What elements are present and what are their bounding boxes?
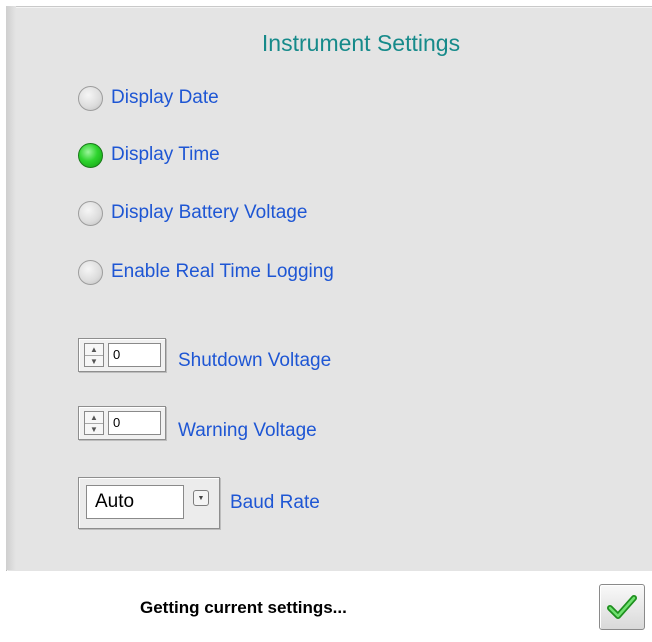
checkmark-icon — [607, 595, 637, 619]
radio-display-battery-voltage[interactable]: Display Battery Voltage — [78, 198, 307, 228]
radio-display-date[interactable]: Display Date — [78, 83, 219, 113]
baud-rate-value[interactable]: Auto — [86, 485, 184, 519]
baud-rate-label: Baud Rate — [230, 492, 320, 513]
shutdown-voltage-spinner[interactable]: ▲ ▼ — [84, 343, 104, 367]
warning-voltage-spinner[interactable]: ▲ ▼ — [84, 411, 104, 435]
panel-edge — [6, 6, 16, 570]
radio-button[interactable] — [78, 259, 103, 285]
status-text: Getting current settings... — [140, 598, 347, 617]
panel-title: Instrument Settings — [261, 30, 461, 56]
warning-voltage-input[interactable]: 0 — [108, 411, 161, 435]
down-arrow-icon[interactable]: ▼ — [85, 356, 103, 367]
radio-label: Display Date — [111, 87, 219, 108]
radio-label: Enable Real Time Logging — [111, 261, 334, 282]
shutdown-voltage-control: ▲ ▼ 0 — [78, 338, 166, 372]
radio-enable-real-time-logging[interactable]: Enable Real Time Logging — [78, 257, 334, 287]
up-arrow-icon[interactable]: ▲ — [85, 344, 103, 356]
up-arrow-icon[interactable]: ▲ — [85, 412, 103, 424]
warning-voltage-label: Warning Voltage — [178, 420, 317, 441]
radio-button[interactable] — [78, 142, 103, 168]
shutdown-voltage-label: Shutdown Voltage — [178, 350, 332, 371]
radio-label: Display Battery Voltage — [111, 202, 308, 223]
radio-label: Display Time — [111, 144, 220, 165]
ok-button[interactable] — [599, 584, 645, 630]
warning-voltage-control: ▲ ▼ 0 — [78, 406, 166, 440]
down-arrow-icon[interactable]: ▼ — [85, 424, 103, 435]
radio-display-time[interactable]: Display Time — [78, 140, 220, 170]
baud-rate-dropdown[interactable]: Auto ▼ — [78, 477, 220, 529]
shutdown-voltage-input[interactable]: 0 — [108, 343, 161, 367]
dropdown-arrow-icon[interactable]: ▼ — [193, 490, 209, 506]
radio-button[interactable] — [78, 85, 103, 111]
radio-button[interactable] — [78, 200, 103, 226]
